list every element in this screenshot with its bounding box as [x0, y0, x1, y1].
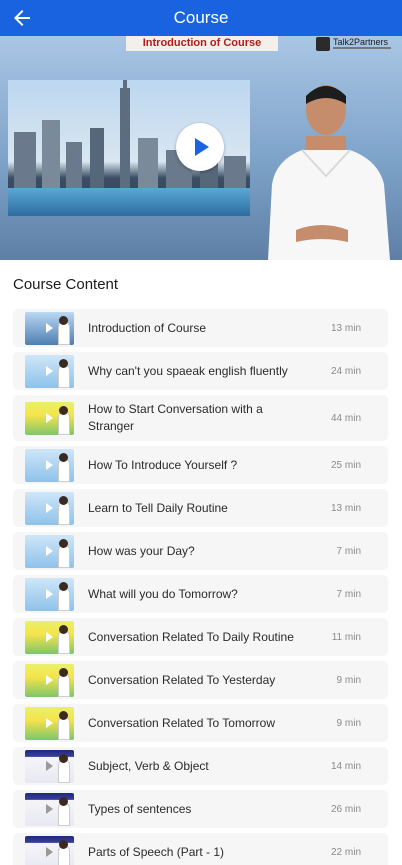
brand-tagline [333, 47, 391, 49]
lesson-item[interactable]: Introduction of Course 13 min [13, 309, 388, 347]
lesson-item[interactable]: What will you do Tomorrow? 7 min [13, 575, 388, 613]
lesson-title: Types of sentences [88, 802, 192, 816]
page-title: Course [173, 8, 229, 27]
lesson-title: How to Start Conversation with a Strange… [88, 402, 263, 433]
lesson-thumbnail [25, 312, 74, 345]
lesson-thumbnail [25, 535, 74, 568]
lesson-title: Conversation Related To Daily Routine [88, 630, 294, 644]
lesson-title: What will you do Tomorrow? [88, 587, 238, 601]
play-icon[interactable] [176, 123, 224, 171]
lesson-thumbnail [25, 355, 74, 388]
presenter-image [262, 80, 394, 260]
lesson-item[interactable]: Subject, Verb & Object 14 min [13, 747, 388, 785]
lesson-duration: 44 min [330, 413, 361, 424]
video-player[interactable]: Introduction of Course Talk2Partners [0, 36, 402, 260]
brand-logo-icon [316, 37, 330, 51]
lesson-item[interactable]: Conversation Related To Daily Routine 11… [13, 618, 388, 656]
lesson-duration: 13 min [330, 503, 361, 514]
brand-name: Talk2Partners [333, 37, 389, 47]
lesson-duration: 25 min [330, 460, 361, 471]
lesson-title: Learn to Tell Daily Routine [88, 501, 228, 515]
lesson-title: How To Introduce Yourself ? [88, 458, 238, 472]
section-title: Course Content [13, 276, 119, 293]
lesson-item[interactable]: How was your Day? 7 min [13, 532, 388, 570]
lesson-thumbnail [25, 578, 74, 611]
lesson-duration: 9 min [336, 675, 361, 686]
lesson-item[interactable]: Why can't you spaeak english fluently 24… [13, 352, 388, 390]
app-bar: Course [0, 0, 402, 36]
lesson-item[interactable]: Conversation Related To Tomorrow 9 min [13, 704, 388, 742]
lesson-duration: 24 min [330, 366, 361, 377]
lesson-item[interactable]: Conversation Related To Yesterday 9 min [13, 661, 388, 699]
lesson-thumbnail [25, 707, 74, 740]
lesson-item[interactable]: How To Introduce Yourself ? 25 min [13, 446, 388, 484]
lesson-duration: 22 min [330, 847, 361, 858]
lesson-thumbnail [25, 449, 74, 482]
lesson-thumbnail [25, 750, 74, 783]
lesson-thumbnail [25, 402, 74, 435]
lesson-title: How was your Day? [88, 544, 195, 558]
lesson-duration: 7 min [336, 546, 361, 557]
lesson-duration: 9 min [336, 718, 361, 729]
lesson-title: Subject, Verb & Object [88, 759, 209, 773]
lesson-item[interactable]: Types of sentences 26 min [13, 790, 388, 828]
video-banner: Introduction of Course [126, 36, 278, 51]
lesson-title: Conversation Related To Tomorrow [88, 716, 275, 730]
lesson-title: Conversation Related To Yesterday [88, 673, 276, 687]
lesson-item[interactable]: Learn to Tell Daily Routine 13 min [13, 489, 388, 527]
lesson-item[interactable]: How to Start Conversation with a Strange… [13, 395, 388, 441]
lesson-duration: 14 min [330, 761, 361, 772]
lesson-thumbnail [25, 836, 74, 865]
lesson-thumbnail [25, 793, 74, 826]
lesson-duration: 11 min [331, 632, 361, 643]
brand-logo: Talk2Partners [316, 37, 396, 51]
lesson-duration: 13 min [330, 323, 361, 334]
lesson-thumbnail [25, 664, 74, 697]
lesson-title: Why can't you spaeak english fluently [88, 364, 288, 378]
lesson-title: Introduction of Course [88, 321, 207, 335]
lesson-duration: 26 min [330, 804, 361, 815]
lesson-title: Parts of Speech (Part - 1) [88, 845, 225, 859]
lesson-duration: 7 min [336, 589, 361, 600]
lesson-thumbnail [25, 492, 74, 525]
lesson-item[interactable]: Parts of Speech (Part - 1) 22 min [13, 833, 388, 865]
lesson-thumbnail [25, 621, 74, 654]
